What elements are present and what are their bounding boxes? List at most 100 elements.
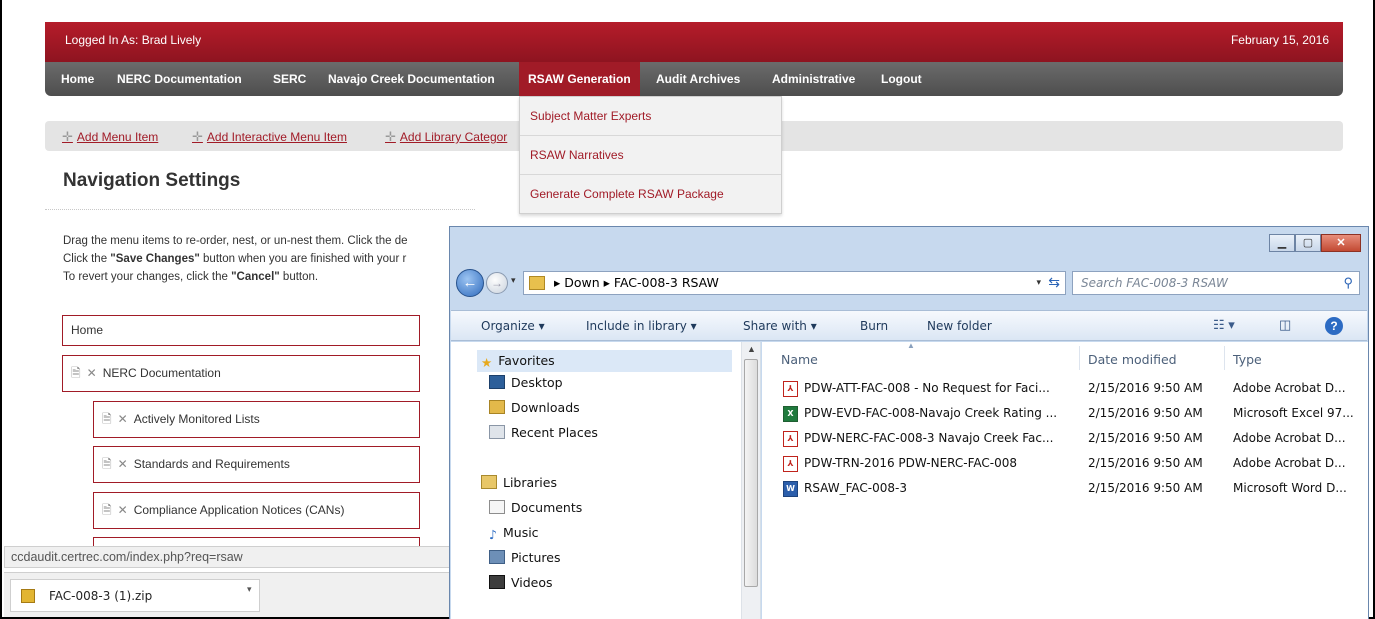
menu-item-nerc-documentation[interactable]: 🗎 ✕ NERC Documentation — [62, 355, 420, 392]
instructions-line-3: To revert your changes, click the "Cance… — [63, 268, 408, 286]
preview-pane-icon[interactable]: ◫ — [1279, 317, 1291, 333]
search-placeholder: Search FAC-008-3 RSAW — [1081, 276, 1228, 290]
file-type: Adobe Acrobat D... — [1233, 431, 1346, 445]
star-icon: ★ — [481, 355, 493, 370]
address-bar[interactable]: ▸ Down ▸ FAC-008-3 RSAW ▾ ⇆ — [523, 271, 1066, 295]
forward-button[interactable]: → — [486, 272, 508, 294]
search-icon[interactable]: ⚲ — [1343, 275, 1353, 291]
address-row: ← → ▾ ▸ Down ▸ FAC-008-3 RSAW ▾ ⇆ Search… — [456, 269, 1362, 297]
menu-item-compliance-application-notices[interactable]: 🗎 ✕ Compliance Application Notices (CANs) — [93, 492, 420, 529]
scroll-up-icon[interactable]: ▲ — [747, 344, 756, 354]
nav-pane-scrollbar[interactable]: ▲ — [741, 342, 760, 619]
view-options-icon[interactable]: ☷ ▾ — [1213, 317, 1235, 333]
remove-icon[interactable]: ✕ — [87, 366, 97, 380]
file-name: PDW-EVD-FAC-008-Navajo Creek Rating ... — [804, 406, 1058, 420]
file-type: Microsoft Excel 97... — [1233, 406, 1354, 420]
sort-ascending-icon: ▲ — [907, 341, 915, 350]
dropdown-item-subject-matter-experts[interactable]: Subject Matter Experts — [520, 97, 781, 136]
nav-item-label: Downloads — [511, 400, 580, 415]
nav-favorites-label: Favorites — [498, 353, 555, 368]
nav-rsaw-generation[interactable]: RSAW Generation — [519, 62, 640, 96]
file-type: Microsoft Word D... — [1233, 481, 1347, 495]
nav-nerc-documentation[interactable]: NERC Documentation — [117, 62, 242, 96]
minimize-button[interactable]: ▁ — [1269, 234, 1295, 252]
word-file-icon: W — [783, 481, 798, 497]
nav-favorites[interactable]: ★ Favorites — [477, 350, 732, 372]
help-icon[interactable]: ? — [1325, 317, 1343, 335]
nav-item-videos[interactable]: Videos — [489, 575, 553, 590]
file-list-pane: ▲ Name Date modified Type ⅄ PDW-ATT-FAC-… — [762, 341, 1368, 619]
recent-locations-arrow-icon[interactable]: ▾ — [511, 275, 516, 286]
refresh-icon[interactable]: ⇆ — [1048, 274, 1060, 291]
menu-item-standards-and-requirements[interactable]: 🗎 ✕ Standards and Requirements — [93, 446, 420, 483]
download-menu-arrow-icon[interactable]: ▾ — [247, 584, 252, 595]
page-icon: 🗎 — [102, 457, 112, 471]
organize-button[interactable]: Organize ▾ — [481, 319, 545, 333]
column-header-type[interactable]: Type — [1233, 352, 1262, 367]
breadcrumb-current-folder[interactable]: FAC-008-3 RSAW — [614, 275, 719, 290]
back-button[interactable]: ← — [456, 269, 484, 297]
column-header-date-modified[interactable]: Date modified — [1088, 352, 1177, 367]
menu-item-label: Home — [71, 323, 104, 337]
add-library-category-label: Add Library Categor — [399, 130, 508, 144]
nav-item-downloads[interactable]: Downloads — [489, 400, 580, 415]
documents-icon — [489, 500, 505, 514]
downloads-bar: FAC-008-3 (1).zip ▾ — [4, 572, 450, 617]
remove-icon[interactable]: ✕ — [118, 412, 128, 426]
nav-item-label: Desktop — [511, 375, 563, 390]
file-row[interactable]: ⅄ PDW-TRN-2016 PDW-NERC-FAC-008 2/15/201… — [762, 452, 1368, 476]
file-row[interactable]: W RSAW_FAC-008-3 2/15/2016 9:50 AM Micro… — [762, 477, 1368, 501]
close-button[interactable]: ✕ — [1321, 234, 1361, 252]
menu-item-home[interactable]: Home — [62, 315, 420, 346]
nav-home[interactable]: Home — [61, 62, 94, 96]
nav-navajo-creek-documentation[interactable]: Navajo Creek Documentation — [328, 62, 495, 96]
save-changes-emphasis: "Save Changes" — [110, 253, 200, 265]
nav-item-documents[interactable]: Documents — [489, 500, 582, 515]
date-label: February 15, 2016 — [1230, 33, 1329, 47]
file-row[interactable]: X PDW-EVD-FAC-008-Navajo Creek Rating ..… — [762, 402, 1368, 426]
dropdown-item-rsaw-narratives[interactable]: RSAW Narratives — [520, 136, 781, 175]
menu-item-actively-monitored-lists[interactable]: 🗎 ✕ Actively Monitored Lists — [93, 401, 420, 438]
scrollbar-thumb[interactable] — [744, 359, 758, 587]
nav-administrative[interactable]: Administrative — [772, 62, 855, 96]
breadcrumb-down[interactable]: Down — [564, 275, 599, 290]
menu-item-label: NERC Documentation — [102, 366, 221, 380]
column-header-name[interactable]: Name — [781, 352, 818, 367]
include-in-library-button[interactable]: Include in library ▾ — [586, 319, 697, 333]
address-dropdown-icon[interactable]: ▾ — [1036, 277, 1041, 288]
pdf-file-icon: ⅄ — [783, 381, 798, 397]
nav-item-music[interactable]: ♪ Music — [489, 525, 539, 542]
file-date: 2/15/2016 9:50 AM — [1088, 456, 1203, 470]
remove-icon[interactable]: ✕ — [118, 457, 128, 471]
maximize-button[interactable]: ▢ — [1295, 234, 1321, 252]
file-row[interactable]: ⅄ PDW-ATT-FAC-008 - No Request for Faci.… — [762, 377, 1368, 401]
page-icon: 🗎 — [102, 503, 112, 517]
instructions-line-1: Drag the menu items to re-order, nest, o… — [63, 235, 408, 247]
dropdown-item-generate-rsaw-package[interactable]: Generate Complete RSAW Package — [520, 175, 781, 214]
nav-item-desktop[interactable]: Desktop — [489, 375, 563, 390]
nav-item-label: Recent Places — [511, 425, 598, 440]
nav-item-pictures[interactable]: Pictures — [489, 550, 561, 565]
instructions-text-part: button. — [279, 271, 319, 283]
rsaw-dropdown-menu: Subject Matter Experts RSAW Narratives G… — [519, 96, 782, 214]
file-row[interactable]: ⅄ PDW-NERC-FAC-008-3 Navajo Creek Fac...… — [762, 427, 1368, 451]
burn-button[interactable]: Burn — [860, 319, 888, 333]
menu-item-label: Compliance Application Notices (CANs) — [133, 503, 345, 517]
nav-libraries[interactable]: Libraries — [481, 475, 557, 490]
new-folder-button[interactable]: New folder — [927, 319, 992, 333]
downloads-folder-icon — [489, 400, 505, 414]
add-library-category-link[interactable]: ✛ Add Library Categor — [385, 129, 507, 145]
share-with-button[interactable]: Share with ▾ — [743, 319, 817, 333]
add-menu-item-link[interactable]: ✛ Add Menu Item — [62, 129, 158, 145]
search-input[interactable]: Search FAC-008-3 RSAW ⚲ — [1072, 271, 1360, 295]
desktop-icon — [489, 375, 505, 389]
add-interactive-menu-item-link[interactable]: ✛ Add Interactive Menu Item — [192, 129, 347, 145]
nav-item-recent-places[interactable]: Recent Places — [489, 425, 598, 440]
remove-icon[interactable]: ✕ — [118, 503, 128, 517]
add-interactive-menu-item-label: Add Interactive Menu Item — [206, 130, 347, 144]
explorer-window: ▁ ▢ ✕ ← → ▾ ▸ Down ▸ FAC-008-3 RSAW ▾ ⇆ … — [449, 226, 1369, 619]
nav-logout[interactable]: Logout — [881, 62, 922, 96]
nav-serc[interactable]: SERC — [273, 62, 306, 96]
download-item[interactable]: FAC-008-3 (1).zip ▾ — [10, 579, 260, 612]
nav-audit-archives[interactable]: Audit Archives — [656, 62, 740, 96]
